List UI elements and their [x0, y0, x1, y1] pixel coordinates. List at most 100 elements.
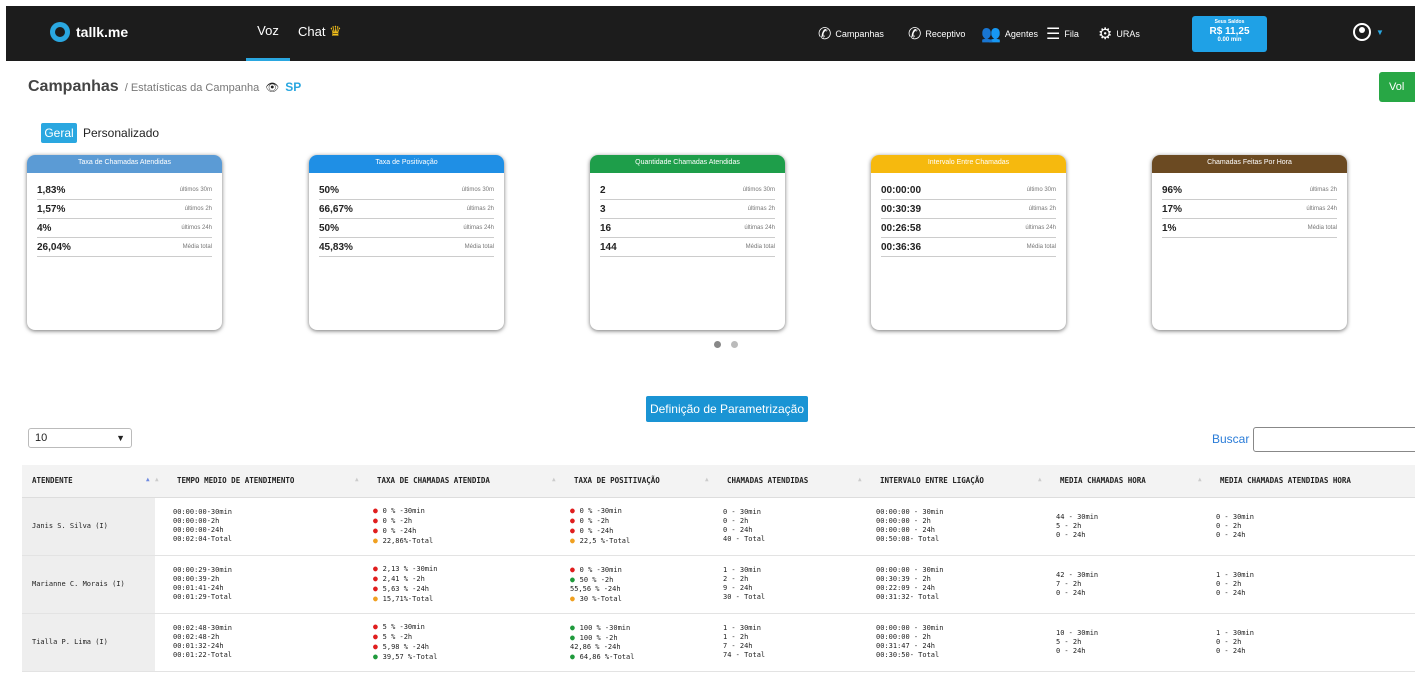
cell-text: 0 % -2h: [579, 517, 610, 525]
user-avatar-icon[interactable]: [1353, 23, 1371, 41]
stat-period: últimas 2h: [1309, 187, 1337, 193]
cell-line: ● 5,98 % -24h: [373, 642, 542, 652]
sort-icon[interactable]: ▲: [1198, 476, 1202, 483]
cell-line: 00:02:48-2h: [173, 633, 220, 641]
nav-campanhas-label: Campanhas: [835, 29, 884, 39]
stat-value: 66,67%: [319, 203, 353, 215]
table-row[interactable]: Janis S. Silva (I) 00:00:00-30min 00:00:00…: [22, 497, 1415, 556]
sort-icon[interactable]: ▲: [705, 476, 709, 483]
column-header[interactable]: ▲ TAXA DE CHAMADAS ATENDIDA: [355, 465, 552, 498]
status-dot-icon: ●: [570, 506, 580, 515]
column-header[interactable]: ▲ MEDIA CHAMADAS ATENDIDAS HORA: [1198, 465, 1415, 498]
nav-agentes[interactable]: 👥 Agentes: [981, 24, 1038, 44]
phone-incoming-icon: ✆: [908, 26, 922, 43]
nav-receptivo[interactable]: ✆ Receptivo: [908, 24, 965, 44]
cell-line: ● 0 % -30min: [373, 506, 542, 516]
column-header[interactable]: ▲ INTERVALO ENTRE LIGAÇÃO: [858, 465, 1038, 498]
stat-value: 1%: [1162, 222, 1177, 234]
column-header[interactable]: ▲ CHAMADAS ATENDIDAS: [705, 465, 858, 498]
stat-value: 144: [600, 241, 617, 253]
tab-voz[interactable]: Voz: [246, 6, 290, 61]
column-header[interactable]: ▲ TAXA DE POSITIVAÇÃO: [552, 465, 705, 498]
column-header-label: CHAMADAS ATENDIDAS: [727, 476, 809, 486]
status-dot-icon: ●: [570, 622, 580, 632]
cell-line: 1 - 30min: [1216, 570, 1254, 579]
stat-value: 45,83%: [319, 241, 353, 253]
cell-text: 0 % -30min: [382, 507, 425, 515]
carousel-dot[interactable]: [731, 341, 738, 348]
campaign-name[interactable]: SP: [285, 80, 301, 94]
cell-line: ● 50 % -2h: [570, 575, 695, 585]
breadcrumb: Campanhas / Estatísticas da Campanha 👁 S…: [28, 78, 301, 96]
column-header[interactable]: ▲ TEMPO MEDIO DE ATENDIMENTO: [155, 465, 355, 498]
sort-icon[interactable]: ▲: [1038, 476, 1042, 483]
stat-period: últimos 30m: [179, 187, 212, 193]
status-dot-icon: ●: [570, 574, 580, 584]
cell-line: 00:01:41-24h: [173, 584, 224, 592]
balance-badge[interactable]: Seus Saldos R$ 11,25 0.00 min: [1192, 16, 1267, 52]
cell-line: 00:01:22-Total: [173, 651, 233, 659]
stat-value: 4%: [37, 222, 52, 234]
sort-icon[interactable]: ▲: [146, 476, 150, 483]
cell-line: 42 - 30min: [1056, 570, 1099, 579]
brand-logo[interactable]: tallk.me: [50, 22, 128, 42]
nav-campanhas[interactable]: ✆ Campanhas: [818, 24, 884, 44]
cell-text: 22,86%-Total: [382, 537, 434, 545]
cell-line: 00:00:00-24h: [173, 526, 224, 534]
tab-personalizado[interactable]: Personalizado: [83, 126, 159, 140]
sort-icon[interactable]: ▲: [355, 476, 359, 483]
stat-value: 96%: [1162, 184, 1183, 196]
cell-interv: 00:00:00 - 30min 00:30:39 - 2h 00:22:09 - …: [858, 555, 1038, 614]
cell-text: 2,41 % -2h: [382, 575, 425, 583]
cell-line: 00:00:00-2h: [173, 517, 220, 525]
parametrization-button[interactable]: Definição de Parametrização: [646, 396, 808, 422]
cell-text: 64,86 %-Total: [579, 652, 635, 661]
cell-line: 0 - 24h: [1056, 646, 1086, 655]
stat-card: Quantidade Chamadas Atendidas 2 últimos 30…: [590, 155, 785, 330]
cell-line: 40 - Total: [723, 535, 766, 543]
sort-icon[interactable]: ▲: [552, 476, 556, 483]
cell-line: 00:30:39 - 2h: [876, 575, 931, 583]
status-dot-icon: ●: [373, 516, 383, 525]
page-size-select[interactable]: 10 ▼: [28, 428, 132, 448]
cell-line: 00:02:48-30min: [173, 624, 233, 632]
stat-row: 00:36:36 Média total: [881, 238, 1056, 257]
table-body: Janis S. Silva (I) 00:00:00-30min 00:00:00…: [22, 497, 1415, 672]
nav-fila[interactable]: ☰ Fila: [1046, 24, 1079, 44]
cell-media: 10 - 30min 5 - 2h 0 - 24h: [1038, 613, 1198, 672]
stat-value: 2: [600, 184, 606, 196]
search-input[interactable]: [1253, 427, 1415, 452]
cell-line: 00:22:09 - 24h: [876, 584, 936, 592]
cell-line: ● 100 % -30min: [570, 623, 695, 633]
back-button[interactable]: Vol: [1379, 72, 1415, 102]
column-header[interactable]: ▲ ATENDENTE: [22, 465, 155, 498]
table-row[interactable]: Tialla P. Lima (I) 00:02:48-30min 00:02:48…: [22, 613, 1415, 672]
cell-tempo: 00:02:48-30min 00:02:48-2h 00:01:32-24h 00:…: [155, 613, 355, 672]
stat-card-rows: 1,83% últimos 30m 1,57% últimos 2h 4% últimos…: [27, 173, 222, 257]
tab-chat[interactable]: Chat ♛: [298, 6, 342, 61]
carousel-dot[interactable]: [714, 341, 721, 348]
cell-text: 0 % -24h: [579, 527, 614, 535]
column-header[interactable]: ▲ MEDIA CHAMADAS HORA: [1038, 465, 1198, 498]
page-title: Campanhas: [28, 78, 119, 95]
nav-uras[interactable]: ⚙ URAs: [1098, 24, 1140, 44]
tab-geral[interactable]: Geral: [41, 123, 77, 143]
cell-text: 22,5 %-Total: [579, 537, 631, 545]
stat-row: 2 últimos 30m: [600, 181, 775, 200]
sort-icon[interactable]: ▲: [155, 476, 159, 483]
agent-name: Tialla P. Lima (I): [22, 613, 155, 672]
stat-row: 17% últimas 24h: [1162, 200, 1337, 219]
eye-icon[interactable]: 👁: [265, 81, 279, 94]
table-row[interactable]: Marianne C. Morais (I) 00:00:29-30min 00:0…: [22, 555, 1415, 614]
cell-line: ● 5 % -2h: [373, 632, 542, 642]
cell-line: 00:00:00 - 2h: [876, 517, 931, 525]
stat-card-title: Chamadas Feitas Por Hora: [1152, 155, 1347, 173]
stat-row: 1,57% últimos 2h: [37, 200, 212, 219]
chevron-down-icon[interactable]: ▼: [1376, 28, 1384, 37]
sort-icon[interactable]: ▲: [858, 476, 862, 483]
status-dot-icon: ●: [373, 506, 383, 515]
cell-line: 00:30:50- Total: [876, 651, 940, 659]
stat-row: 144 Média total: [600, 238, 775, 257]
cell-line: 0 - 24h: [1216, 530, 1246, 539]
cell-tempo: 00:00:00-30min 00:00:00-2h 00:00:00-24h 00:…: [155, 497, 355, 556]
